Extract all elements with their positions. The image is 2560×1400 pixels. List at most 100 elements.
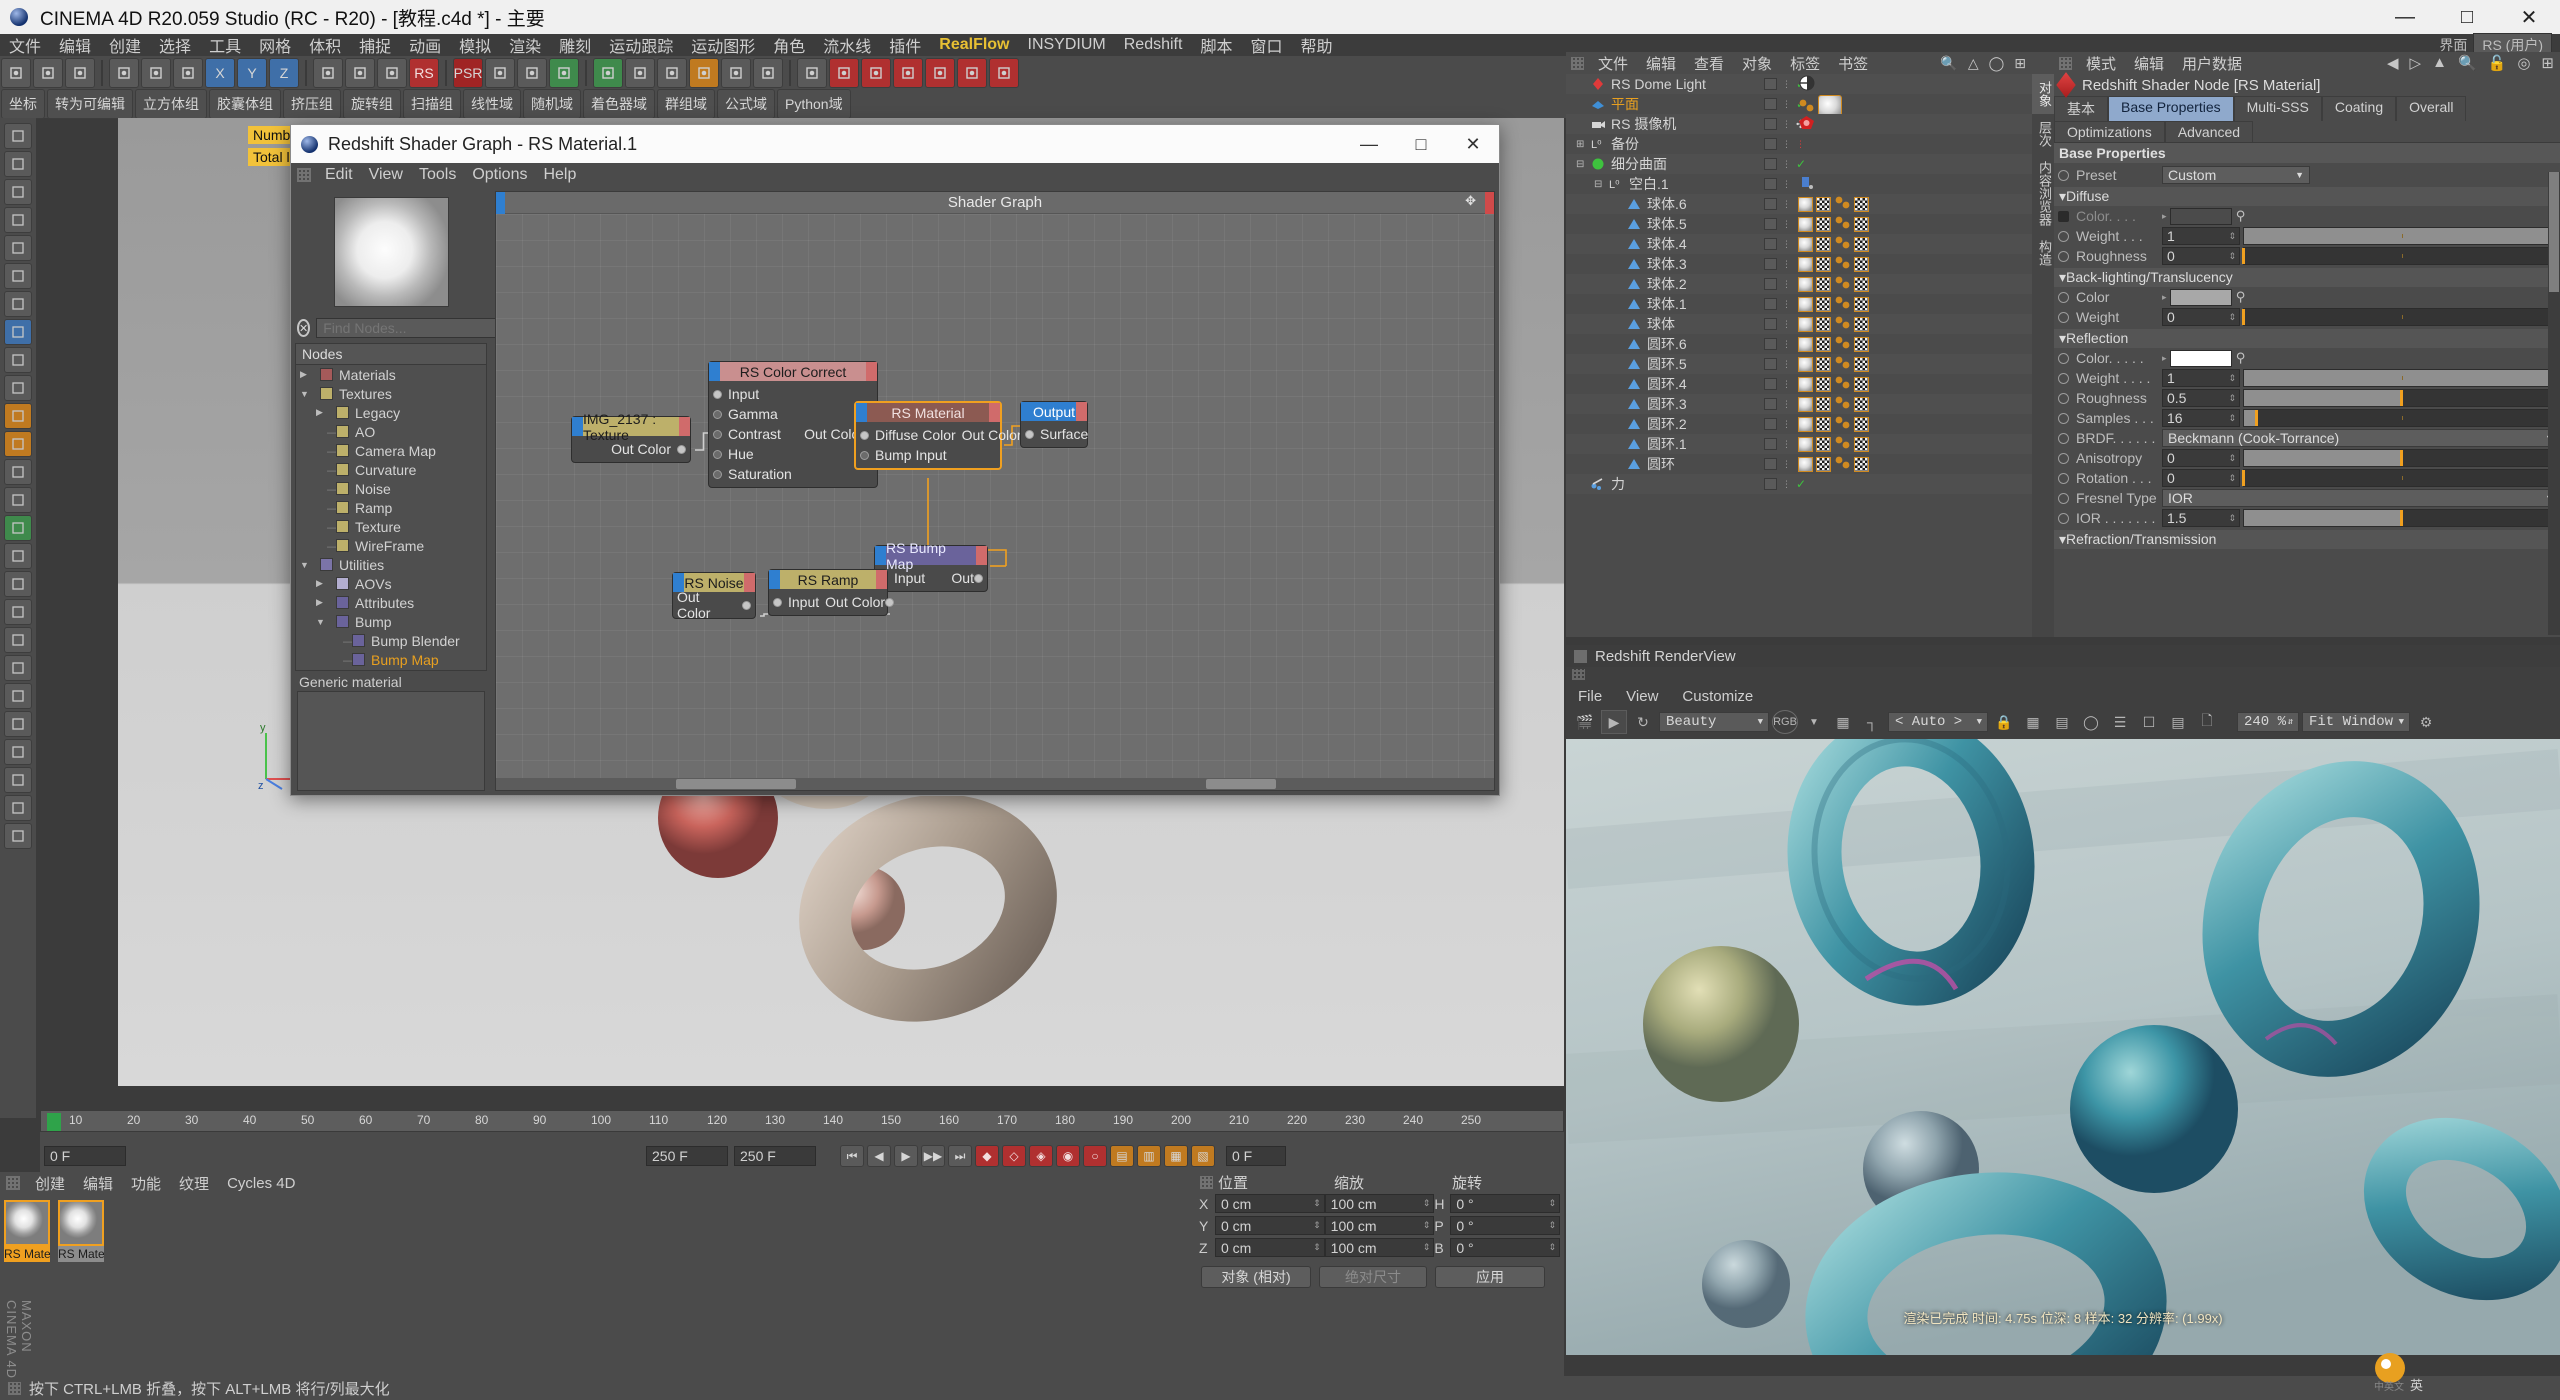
menu-item-7[interactable]: 捕捉 — [350, 33, 400, 57]
add-panel-icon[interactable]: ⊞ — [2541, 54, 2554, 72]
material-tag-icon[interactable] — [1798, 296, 1813, 312]
object-visibility-dots[interactable]: ⋮ — [1764, 258, 1791, 270]
attribute-number-field[interactable]: 16 ⇕ — [2162, 409, 2240, 427]
gear-icon[interactable]: ⚙ — [2413, 710, 2439, 734]
search-icon[interactable]: 🔍 — [1940, 55, 1957, 72]
shader-graph-window[interactable]: Redshift Shader Graph - RS Material.1 — … — [290, 124, 1500, 796]
render-region-icon[interactable]: 🎬 — [1572, 710, 1598, 734]
material-tag-icon[interactable] — [1798, 396, 1813, 412]
preset-row[interactable]: Preset Custom ▼ — [2054, 165, 2560, 185]
attribute-number-field[interactable]: 0.5 ⇕ — [2162, 389, 2240, 407]
shader-graph-close-button[interactable]: ✕ — [1447, 125, 1499, 163]
find-nodes-input[interactable] — [316, 318, 512, 338]
start-render-button[interactable]: ▶ — [1601, 710, 1627, 734]
shader-graph-menu-edit[interactable]: Edit — [317, 166, 361, 184]
menu-item-6[interactable]: 体积 — [300, 33, 350, 57]
material-tag-checker-icon[interactable] — [1854, 416, 1869, 432]
object-tag-zone[interactable] — [1798, 235, 1869, 253]
slider-knob[interactable] — [2399, 450, 2403, 466]
material-tag-checker-icon[interactable] — [1854, 196, 1869, 212]
slider-knob[interactable] — [2242, 470, 2245, 486]
material-tag-icon[interactable] — [1798, 316, 1813, 332]
scale-field-Y[interactable]: 100 cm ⇕ — [1324, 1216, 1435, 1235]
toolbar-button-渲染设置[interactable] — [377, 58, 407, 88]
object-row-球体.2[interactable]: 球体.2 ⋮ — [1566, 274, 2032, 294]
graph-node-output-row[interactable]: Out Color — [572, 439, 690, 459]
frame-readout[interactable]: 0 F — [1226, 1146, 1286, 1166]
graph-node-mat[interactable]: RS Material Diffuse Color Out Color Bump In… — [854, 401, 1031, 470]
menu-item-15[interactable]: 流水线 — [814, 33, 880, 57]
left-tool-5[interactable] — [4, 263, 32, 289]
left-tool-17[interactable] — [4, 599, 32, 625]
material-tag-checker-icon[interactable] — [1816, 296, 1831, 312]
forward-arrow-icon[interactable]: ▷ — [2410, 54, 2422, 72]
left-tool-6[interactable] — [4, 291, 32, 317]
toolbar-button-灯光[interactable] — [689, 58, 719, 88]
object-row-RS 摄像机[interactable]: RS 摄像机⋮✣ — [1566, 114, 2032, 134]
material-tag-checker-icon[interactable] — [1816, 396, 1831, 412]
object-visibility-dots[interactable]: ⋮ — [1764, 298, 1791, 310]
anim-mode-button-2[interactable]: ▦ — [1164, 1145, 1188, 1167]
redshift-renderview[interactable]: Redshift RenderView File View Customize 🎬 … — [1566, 645, 2560, 1355]
stepper-icon[interactable]: ⇕ — [2228, 393, 2236, 404]
tree-expander-icon[interactable]: ▶ — [300, 369, 311, 380]
object-row-圆环.1[interactable]: 圆环.1 ⋮ — [1566, 434, 2032, 454]
material-tag-checker-icon[interactable] — [1816, 456, 1831, 472]
shader-graph-node-browser[interactable]: ✕ Nodes ▶ Materials ▼ Textures ▶ Legacy — AO — Ca… — [291, 187, 512, 795]
toolbar2-button-立方体组[interactable]: 立方体组 — [135, 89, 207, 119]
keyframe-dot-icon[interactable] — [2058, 412, 2069, 424]
object-visibility-dots[interactable]: ⋮ — [1764, 458, 1791, 470]
position-field-Y[interactable]: 0 cm ⇕ — [1215, 1216, 1325, 1235]
left-tool-2[interactable] — [4, 179, 32, 205]
attribute-slider[interactable] — [2243, 409, 2560, 427]
slider-knob[interactable] — [2399, 390, 2403, 406]
coordinate-row-Y[interactable]: Y0 cm ⇕ 100 cm ⇕ P 0 ° ⇕ — [1199, 1215, 1561, 1236]
renderview-toolbar[interactable]: 🎬 ▶ ↻ Beauty ▼ RGB ▼ ▦ ┐ < Auto > ▼ 🔒 ▦ … — [1566, 707, 2560, 737]
menu-item-18[interactable]: INSYDIUM — [1019, 36, 1115, 54]
object-row-球体[interactable]: 球体 ⋮ — [1566, 314, 2032, 334]
left-tool-3[interactable] — [4, 207, 32, 233]
material-tag-checker-icon[interactable] — [1854, 316, 1869, 332]
attribute-row-color[interactable]: Color. . . . ▸ ⚲ — [2054, 206, 2560, 226]
object-manager-menu-1[interactable]: 编辑 — [1637, 53, 1685, 74]
keyframe-dot-icon[interactable] — [2058, 250, 2069, 262]
coordinates-manager[interactable]: 位置 缩放 旋转 X0 cm ⇕ 100 cm ⇕ H 0 ° ⇕ Y 0 cm ⇕ 100 cm ⇕… — [1195, 1172, 1564, 1376]
material-item-0[interactable]: RS Mate — [4, 1200, 50, 1262]
swap-tag-icon[interactable] — [1798, 75, 1816, 94]
port-dot-icon[interactable] — [713, 409, 722, 419]
stepper-icon[interactable]: ⇕ — [2228, 373, 2236, 384]
material-tag-icon[interactable] — [1798, 256, 1813, 272]
attribute-scrollbar[interactable] — [2548, 172, 2560, 635]
object-row-RS Dome Light[interactable]: RS Dome Light⋮✓ — [1566, 74, 2032, 94]
coordinate-row-X[interactable]: X0 cm ⇕ 100 cm ⇕ H 0 ° ⇕ — [1199, 1193, 1561, 1214]
toolbar-button-生成器[interactable] — [549, 58, 579, 88]
tree-expander-icon[interactable]: ▼ — [300, 389, 311, 399]
crop-icon[interactable]: ┐ — [1859, 710, 1885, 734]
attribute-manager[interactable]: ◀ ▷ ▲ 🔍 🔓 ◎ ⊞ 模式 编辑 用户数据 Redshift Shader N… — [2054, 52, 2560, 637]
stepper-icon[interactable]: ⇕ — [2228, 513, 2236, 524]
expand-arrow-icon[interactable]: ▸ — [2162, 292, 2167, 303]
toolbar-button-X[interactable]: X — [205, 58, 235, 88]
animation-powerbar[interactable]: 0 F 250 F 250 F ⏮ ◀ ▶ ▶▶ ⏭ ◆ ◇ ◈ ◉ ○ ▤ ▥ ▦ ▧ 0 F — [40, 1140, 1564, 1172]
material-tag-checker-icon[interactable] — [1816, 196, 1831, 212]
drag-grip-icon[interactable] — [6, 1176, 20, 1190]
toolbar-button-实时选择[interactable] — [65, 58, 95, 88]
attribute-slider[interactable] — [2243, 369, 2560, 387]
keyframe-dot-icon[interactable] — [2058, 392, 2069, 404]
minimize-button[interactable]: — — [2374, 0, 2436, 34]
attribute-row-fresneltype[interactable]: Fresnel Type IOR▼ — [2054, 488, 2560, 508]
material-tag-icon[interactable] — [1798, 236, 1813, 252]
object-visibility-dots[interactable]: ⋮ — [1764, 378, 1791, 390]
toolbar-button-RS2[interactable] — [861, 58, 891, 88]
material-tag-icon[interactable] — [1798, 456, 1813, 472]
menu-item-12[interactable]: 运动跟踪 — [600, 33, 682, 57]
toolbar2-button-旋转组[interactable]: 旋转组 — [343, 89, 401, 119]
attribute-row-weight[interactable]: Weight . . . . 1 ⇕ — [2054, 368, 2560, 388]
texture-tag-icon[interactable] — [1834, 355, 1851, 373]
graph-node-noise[interactable]: RS Noise Out Color — [672, 572, 756, 621]
close-button[interactable]: ✕ — [2498, 0, 2560, 34]
scale-field-Z[interactable]: 100 cm ⇕ — [1324, 1238, 1435, 1257]
aov-dropdown[interactable]: Beauty ▼ — [1659, 712, 1769, 732]
attribute-tab-multi-sss[interactable]: Multi-SSS — [2233, 96, 2322, 121]
attribute-scroll-thumb[interactable] — [2549, 172, 2559, 292]
